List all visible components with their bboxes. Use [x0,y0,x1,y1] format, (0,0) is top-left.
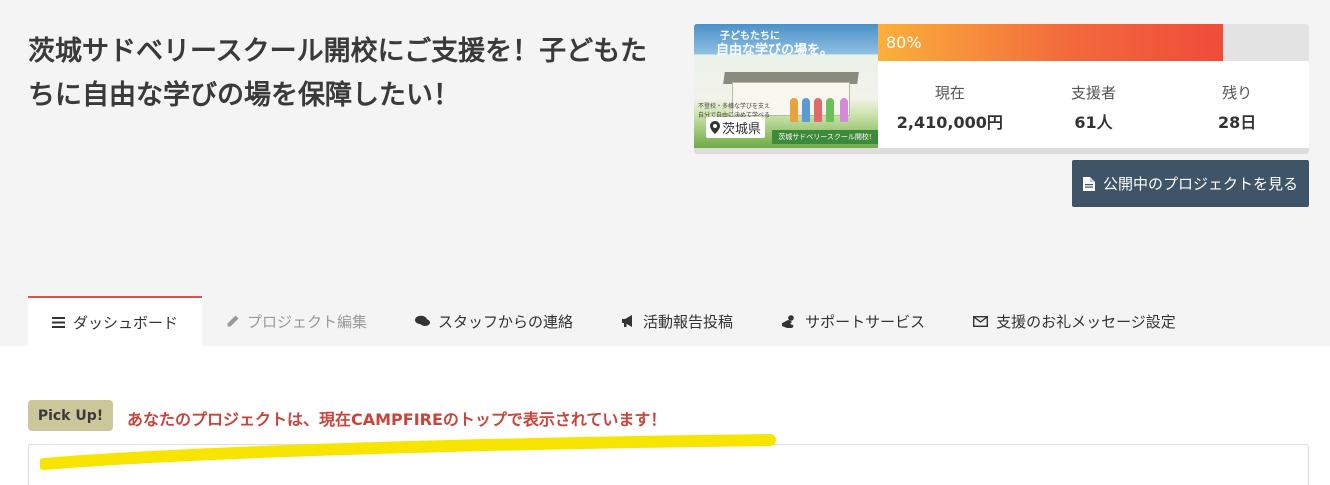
tab-label: ダッシュボード [73,313,179,332]
tab-thank-you-message-settings[interactable]: 支援のお礼メッセージ設定 [949,296,1200,346]
pencil-icon [227,315,239,326]
thumbnail-child [802,98,810,122]
page-title: 茨城サドベリースクール開校にご支援を！子どもたちに自由な学びの場を保障したい！ [28,36,648,111]
stat-label: 残り [1222,84,1253,102]
thumbnail-child [840,98,848,122]
view-public-project-button[interactable]: 公開中のプロジェクトを見る [1072,160,1309,207]
thumbnail-child [790,98,798,122]
pickup-badge: Pick Up! [28,400,113,431]
project-thumbnail[interactable]: 子どもたちに 自由な学びの場を。 不登校・多様な学びを支え 自分で自由に決めて学… [694,24,878,148]
stat-value: 61人 [1074,113,1113,132]
progress-percent: 80% [886,33,922,52]
thumbnail-child [826,98,834,122]
tab-activity-report[interactable]: 活動報告投稿 [597,296,757,346]
tab-project-edit[interactable]: プロジェクト編集 [202,296,391,346]
funding-stats: 現在 2,410,000円 支援者 61人 残り 28日 [878,82,1309,133]
tab-label: プロジェクト編集 [247,312,368,331]
stat-label: 支援者 [1071,84,1117,102]
stat-label: 現在 [934,84,965,102]
dashboard-content: Pick Up! あなたのプロジェクトは、現在CAMPFIREのトップで表示され… [0,346,1330,485]
highlighter-annotation [40,434,776,470]
stat-value: 2,410,000円 [896,113,1003,132]
funding-progress-bar: 80% [878,24,1309,61]
dashboard-tabs: ダッシュボード プロジェクト編集 スタッフからの連絡 活動報告投稿 サポートサー… [28,296,1200,346]
tab-dashboard[interactable]: ダッシュボード [28,296,203,346]
thumbnail-child [814,98,822,122]
project-summary-card: 子どもたちに 自由な学びの場を。 不登校・多様な学びを支え 自分で自由に決めて学… [694,24,1309,154]
handshake-icon [782,314,794,328]
document-icon [1082,176,1095,191]
stat-value: 28日 [1218,113,1257,132]
stat-supporters: 支援者 61人 [1022,82,1166,133]
tab-support-service[interactable]: サポートサービス [757,296,949,346]
thumbnail-location-label: 茨城県 [722,122,762,137]
tab-label: スタッフからの連絡 [438,312,574,331]
stat-current-amount: 現在 2,410,000円 [878,82,1022,133]
thumbnail-headline-large: 自由な学びの場を。 [716,43,834,58]
thumbnail-ribbon: 茨城サドベリースクール開校! [772,130,878,144]
chat-icon [415,315,431,326]
menu-icon [52,316,65,328]
tab-label: 活動報告投稿 [643,312,734,331]
progress-fill [878,24,1223,61]
pickup-message: あなたのプロジェクトは、現在CAMPFIREのトップで表示されています！ [127,410,667,429]
map-pin-icon [710,121,720,134]
envelope-icon [973,315,989,327]
tab-label: サポートサービス [805,312,926,331]
tab-staff-messages[interactable]: スタッフからの連絡 [391,296,597,346]
tab-label: 支援のお礼メッセージ設定 [996,312,1176,331]
thumbnail-location: 茨城県 [706,117,766,138]
view-public-project-label: 公開中のプロジェクトを見る [1102,175,1298,193]
megaphone-icon [622,315,633,327]
stat-days-left: 残り 28日 [1165,82,1309,133]
